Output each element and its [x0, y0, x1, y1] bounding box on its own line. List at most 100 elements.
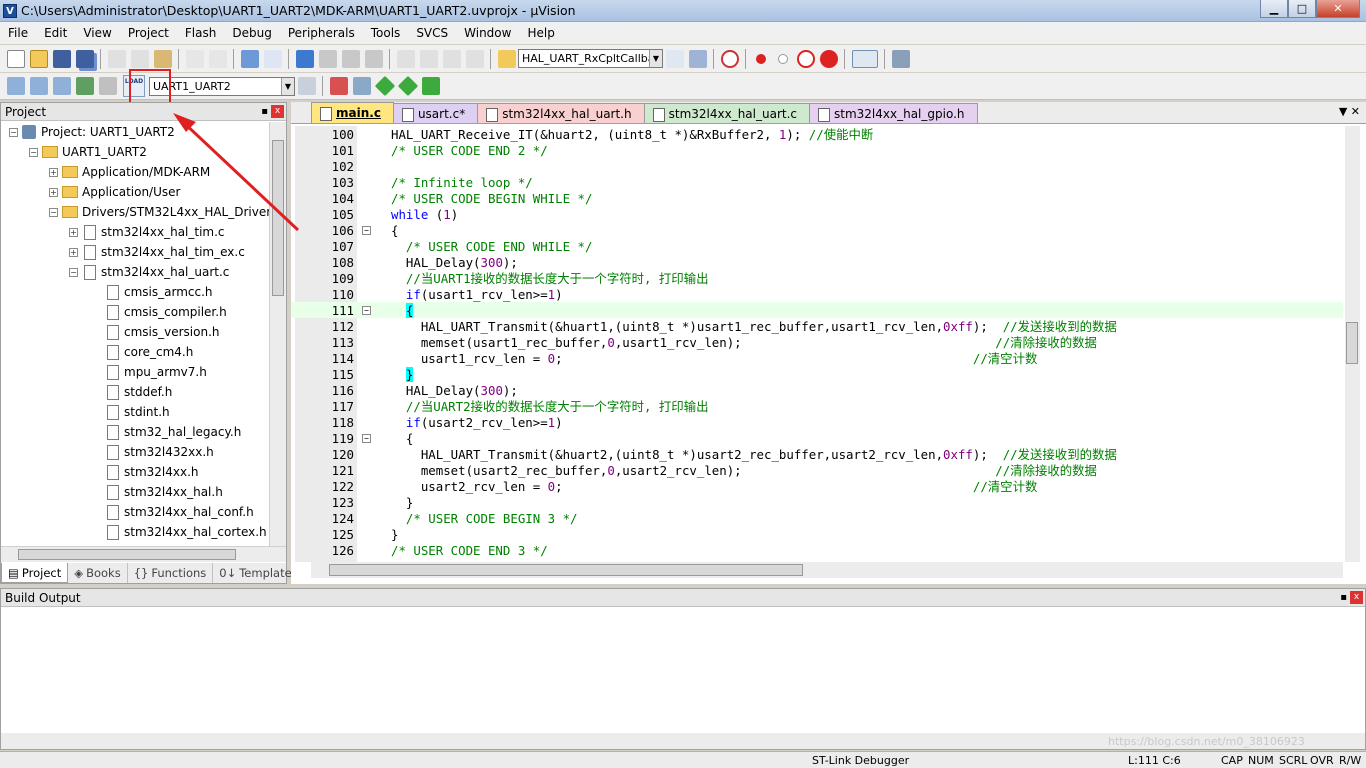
clear-breakpoints-icon[interactable]	[796, 49, 815, 68]
navigate-forward-icon[interactable]	[263, 49, 282, 68]
scroll-thumb[interactable]	[329, 564, 803, 576]
rebuild-icon[interactable]	[52, 77, 71, 95]
code-line[interactable]: 112 HAL_UART_Transmit(&huart1,(uint8_t *…	[291, 318, 1343, 335]
fold-toggle-icon[interactable]: −	[362, 305, 371, 315]
tree-item[interactable]: core_cm4.h	[1, 342, 269, 362]
select-packs-icon[interactable]	[374, 75, 395, 97]
uncomment-icon[interactable]	[465, 49, 484, 68]
code-line[interactable]: 108 HAL_Delay(300);	[291, 254, 1343, 270]
code-line[interactable]: 126 /* USER CODE END 3 */	[291, 542, 1343, 558]
code-line[interactable]: 124 /* USER CODE BEGIN 3 */	[291, 510, 1343, 526]
find-combo[interactable]: HAL_UART_RxCpltCallbac ▼	[518, 49, 663, 68]
menu-view[interactable]: View	[75, 26, 119, 40]
code-line[interactable]: 107 /* USER CODE END WHILE */	[291, 238, 1343, 254]
code-line[interactable]: 116 HAL_Delay(300);	[291, 382, 1343, 398]
menu-file[interactable]: File	[0, 26, 36, 40]
fold-toggle-icon[interactable]: −	[362, 225, 371, 235]
code-line[interactable]: 109 //当UART1接收的数据长度大于一个字符时, 打印输出	[291, 270, 1343, 287]
expand-icon[interactable]: +	[69, 247, 78, 257]
tree-item[interactable]: stdint.h	[1, 402, 269, 422]
menu-help[interactable]: Help	[519, 26, 562, 40]
collapse-icon[interactable]: −	[9, 127, 18, 137]
tree-item[interactable]: + Application/User	[1, 182, 269, 202]
code-line[interactable]: 104 /* USER CODE BEGIN WHILE */	[291, 190, 1343, 206]
stop-build-icon[interactable]	[98, 77, 117, 95]
bookmark-clear-icon[interactable]	[364, 49, 383, 68]
bookmark-next-icon[interactable]	[341, 49, 360, 68]
code-line[interactable]: 111− {	[291, 302, 1343, 318]
menu-debug[interactable]: Debug	[224, 26, 279, 40]
code-line[interactable]: 119− {	[291, 430, 1343, 446]
navigate-back-icon[interactable]	[240, 49, 259, 68]
open-file-icon[interactable]	[29, 49, 48, 68]
code-line[interactable]: 106− {	[291, 222, 1343, 238]
copy-icon[interactable]	[130, 49, 149, 68]
tree-item[interactable]: − UART1_UART2	[1, 142, 269, 162]
tree-item[interactable]: stm32l4xx.h	[1, 462, 269, 482]
undo-icon[interactable]	[185, 49, 204, 68]
menu-project[interactable]: Project	[120, 26, 177, 40]
menu-edit[interactable]: Edit	[36, 26, 75, 40]
find-in-files-icon[interactable]	[497, 49, 516, 68]
debug-session-icon[interactable]	[720, 49, 739, 68]
close-window-button[interactable]: ✕	[1316, 0, 1360, 18]
indent-icon[interactable]	[396, 49, 415, 68]
batch-build-icon[interactable]	[75, 77, 94, 95]
cut-icon[interactable]	[107, 49, 126, 68]
close-icon[interactable]: x	[271, 105, 284, 118]
project-tree-hscrollbar[interactable]	[1, 546, 286, 562]
build-icon[interactable]	[29, 77, 48, 95]
tree-item[interactable]: + Application/MDK-ARM	[1, 162, 269, 182]
configure-wrench-icon[interactable]	[891, 49, 910, 68]
editor-tab[interactable]: stm32l4xx_hal_gpio.h	[809, 103, 978, 123]
tab-project[interactable]: ▤ Project	[1, 563, 69, 583]
tree-item[interactable]: − Project: UART1_UART2	[1, 122, 269, 142]
multi-project-icon[interactable]	[352, 77, 371, 95]
collapse-icon[interactable]: −	[29, 147, 38, 157]
redo-icon[interactable]	[208, 49, 227, 68]
code-line[interactable]: 113 memset(usart1_rec_buffer,0,usart1_rc…	[291, 334, 1343, 351]
options-for-target-icon[interactable]	[297, 77, 316, 95]
disable-breakpoint-icon[interactable]	[778, 53, 788, 64]
editor-tab[interactable]: usart.c*	[392, 103, 479, 123]
scroll-thumb[interactable]	[18, 549, 236, 560]
tree-item[interactable]: stddef.h	[1, 382, 269, 402]
kill-breakpoints-icon[interactable]	[819, 49, 838, 68]
expand-icon[interactable]: +	[69, 227, 78, 237]
minimize-button[interactable]: ▁	[1260, 0, 1288, 18]
expand-icon[interactable]: +	[49, 167, 58, 177]
tab-books[interactable]: ◈ Books	[68, 563, 128, 583]
tree-item[interactable]: stm32l4xx_hal.h	[1, 482, 269, 502]
menu-svcs[interactable]: SVCS	[408, 26, 456, 40]
bookmark-insert-icon[interactable]	[295, 49, 314, 68]
tree-item[interactable]: stm32l432xx.h	[1, 442, 269, 462]
code-line[interactable]: 120 HAL_UART_Transmit(&huart2,(uint8_t *…	[291, 446, 1343, 463]
editor-tab[interactable]: stm32l4xx_hal_uart.c	[643, 103, 810, 123]
tree-item[interactable]: stm32_hal_legacy.h	[1, 422, 269, 442]
code-view[interactable]: 100 HAL_UART_Receive_IT(&huart2, (uint8_t…	[291, 126, 1343, 562]
pack-installer-icon[interactable]	[397, 75, 418, 97]
collapse-icon[interactable]: −	[49, 207, 58, 217]
tab-functions[interactable]: {} Functions	[128, 563, 214, 583]
fold-toggle-icon[interactable]: −	[362, 433, 371, 443]
code-line[interactable]: 122 usart2_rcv_len = 0; //清空计数	[291, 478, 1343, 495]
code-line[interactable]: 117 //当UART2接收的数据长度大于一个字符时, 打印输出	[291, 398, 1343, 415]
code-line[interactable]: 110 if(usart1_rcv_len>=1)	[291, 286, 1343, 302]
maximize-button[interactable]: □	[1288, 0, 1316, 18]
tree-item[interactable]: cmsis_version.h	[1, 322, 269, 342]
chevron-down-icon[interactable]: ▼	[649, 50, 662, 67]
code-line[interactable]: 103 /* Infinite loop */	[291, 174, 1343, 190]
breakpoint-icon[interactable]	[756, 53, 766, 64]
tree-item[interactable]: mpu_armv7.h	[1, 362, 269, 382]
menu-flash[interactable]: Flash	[177, 26, 224, 40]
new-file-icon[interactable]	[6, 49, 25, 68]
menu-peripherals[interactable]: Peripherals	[280, 26, 363, 40]
tab-controls[interactable]: ▼ ✕	[1339, 105, 1360, 118]
chevron-down-icon[interactable]: ▼	[281, 77, 294, 95]
manage-project-items-icon[interactable]	[329, 77, 348, 95]
code-line[interactable]: 115 }	[291, 366, 1343, 382]
pin-icon[interactable]: ▪	[261, 106, 268, 117]
scroll-thumb[interactable]	[272, 140, 284, 296]
incremental-find-icon[interactable]	[688, 49, 707, 68]
tree-item[interactable]: + stm32l4xx_hal_tim.c	[1, 222, 269, 242]
